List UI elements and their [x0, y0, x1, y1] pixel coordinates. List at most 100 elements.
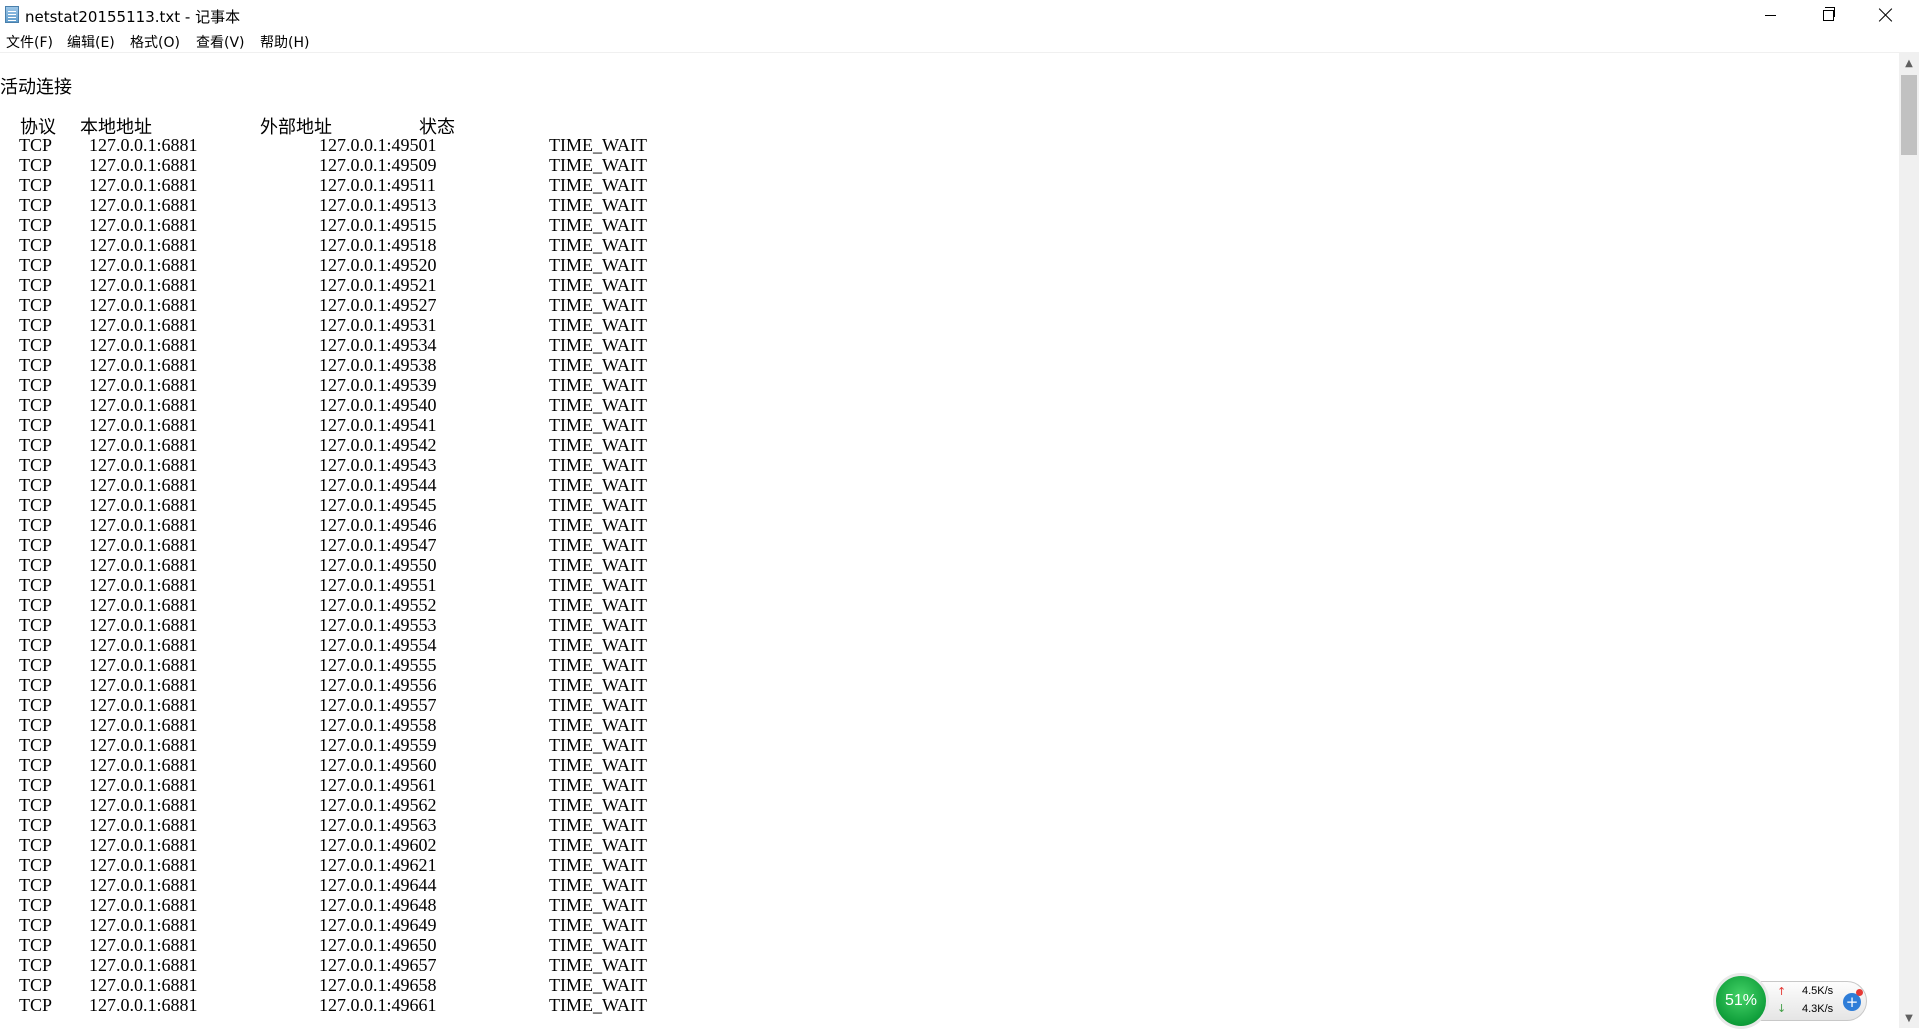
foreign-address-cell: 127.0.0.1:49511: [319, 175, 436, 195]
protocol-cell: TCP: [19, 155, 53, 175]
foreign-address-cell: 127.0.0.1:49509: [319, 155, 437, 175]
state-cell: TIME_WAIT: [549, 155, 647, 175]
document-heading: 活动连接: [0, 77, 72, 98]
local-address-cell: 127.0.0.1:6881: [89, 775, 198, 795]
title-bar[interactable]: netstat20155113.txt - 记事本: [0, 0, 1919, 30]
local-address-cell: 127.0.0.1:6881: [89, 795, 198, 815]
foreign-address-cell: 127.0.0.1:49658: [319, 975, 437, 995]
local-address-cell: 127.0.0.1:6881: [89, 735, 198, 755]
connection-row: TCP 127.0.0.1:6881 127.0.0.1:49554 TIME_WAI…: [0, 635, 700, 655]
window-title: netstat20155113.txt - 记事本: [25, 8, 241, 26]
protocol-cell: TCP: [19, 335, 53, 355]
menu-view[interactable]: 查看(V): [196, 32, 245, 52]
local-address-cell: 127.0.0.1:6881: [89, 715, 198, 735]
local-address-cell: 127.0.0.1:6881: [89, 215, 198, 235]
protocol-cell: TCP: [19, 215, 53, 235]
state-cell: TIME_WAIT: [549, 655, 647, 675]
connection-row: TCP 127.0.0.1:6881 127.0.0.1:49543 TIME_WAI…: [0, 455, 700, 475]
connection-row: TCP 127.0.0.1:6881 127.0.0.1:49518 TIME_WAI…: [0, 235, 700, 255]
connection-row: TCP 127.0.0.1:6881 127.0.0.1:49562 TIME_WAI…: [0, 795, 700, 815]
protocol-cell: TCP: [19, 295, 53, 315]
text-editor[interactable]: 活动连接 协议 本地地址 外部地址 状态 TCP 127.0.0.1:6881 12…: [0, 53, 1899, 1028]
connection-row: TCP 127.0.0.1:6881 127.0.0.1:49513 TIME_WAI…: [0, 195, 700, 215]
local-address-cell: 127.0.0.1:6881: [89, 255, 198, 275]
scroll-down-arrow-icon[interactable]: ▼: [1899, 1008, 1919, 1028]
upload-speed: 4.5K/s: [1802, 985, 1834, 997]
menu-help[interactable]: 帮助(H): [260, 32, 309, 52]
minimize-button[interactable]: [1741, 0, 1799, 30]
state-cell: TIME_WAIT: [549, 135, 647, 155]
connection-row: TCP 127.0.0.1:6881 127.0.0.1:49602 TIME_WAI…: [0, 835, 700, 855]
foreign-address-cell: 127.0.0.1:49558: [319, 715, 437, 735]
state-cell: TIME_WAIT: [549, 695, 647, 715]
state-cell: TIME_WAIT: [549, 335, 647, 355]
network-monitor-widget[interactable]: 51% ↑ 4.5K/s ↓ 4.3K/s +: [1713, 973, 1869, 1029]
connection-row: TCP 127.0.0.1:6881 127.0.0.1:49621 TIME_WAI…: [0, 855, 700, 875]
foreign-address-cell: 127.0.0.1:49657: [319, 955, 437, 975]
state-cell: TIME_WAIT: [549, 795, 647, 815]
connection-row: TCP 127.0.0.1:6881 127.0.0.1:49546 TIME_WAI…: [0, 515, 700, 535]
state-cell: TIME_WAIT: [549, 495, 647, 515]
scroll-thumb[interactable]: [1901, 75, 1917, 155]
state-cell: TIME_WAIT: [549, 355, 647, 375]
foreign-address-cell: 127.0.0.1:49554: [319, 635, 437, 655]
foreign-address-cell: 127.0.0.1:49527: [319, 295, 437, 315]
local-address-cell: 127.0.0.1:6881: [89, 875, 198, 895]
connection-row: TCP 127.0.0.1:6881 127.0.0.1:49550 TIME_WAI…: [0, 555, 700, 575]
foreign-address-cell: 127.0.0.1:49534: [319, 335, 437, 355]
local-address-cell: 127.0.0.1:6881: [89, 895, 198, 915]
local-address-cell: 127.0.0.1:6881: [89, 595, 198, 615]
foreign-address-cell: 127.0.0.1:49518: [319, 235, 437, 255]
connection-row: TCP 127.0.0.1:6881 127.0.0.1:49552 TIME_WAI…: [0, 595, 700, 615]
state-cell: TIME_WAIT: [549, 835, 647, 855]
foreign-address-cell: 127.0.0.1:49555: [319, 655, 437, 675]
local-address-cell: 127.0.0.1:6881: [89, 335, 198, 355]
protocol-cell: TCP: [19, 775, 53, 795]
foreign-address-cell: 127.0.0.1:49501: [319, 135, 437, 155]
foreign-address-cell: 127.0.0.1:49538: [319, 355, 437, 375]
foreign-address-cell: 127.0.0.1:49545: [319, 495, 437, 515]
local-address-cell: 127.0.0.1:6881: [89, 675, 198, 695]
protocol-cell: TCP: [19, 715, 53, 735]
menu-file[interactable]: 文件(F): [6, 32, 53, 52]
restore-button[interactable]: [1799, 0, 1857, 30]
protocol-cell: TCP: [19, 135, 53, 155]
local-address-cell: 127.0.0.1:6881: [89, 515, 198, 535]
vertical-scrollbar[interactable]: ▲ ▼: [1899, 53, 1919, 1028]
protocol-cell: TCP: [19, 275, 53, 295]
connection-row: TCP 127.0.0.1:6881 127.0.0.1:49544 TIME_WAI…: [0, 475, 700, 495]
memory-usage-badge[interactable]: 51%: [1713, 973, 1769, 1029]
state-cell: TIME_WAIT: [549, 215, 647, 235]
state-cell: TIME_WAIT: [549, 775, 647, 795]
scroll-up-arrow-icon[interactable]: ▲: [1899, 53, 1919, 73]
local-address-cell: 127.0.0.1:6881: [89, 195, 198, 215]
foreign-address-cell: 127.0.0.1:49561: [319, 775, 437, 795]
local-address-cell: 127.0.0.1:6881: [89, 475, 198, 495]
foreign-address-cell: 127.0.0.1:49560: [319, 755, 437, 775]
state-cell: TIME_WAIT: [549, 875, 647, 895]
protocol-cell: TCP: [19, 855, 53, 875]
upload-arrow-icon: ↑: [1777, 985, 1787, 998]
foreign-address-cell: 127.0.0.1:49661: [319, 995, 437, 1015]
foreign-address-cell: 127.0.0.1:49541: [319, 415, 437, 435]
protocol-cell: TCP: [19, 455, 53, 475]
local-address-cell: 127.0.0.1:6881: [89, 935, 198, 955]
menu-edit[interactable]: 编辑(E): [67, 32, 115, 52]
foreign-address-cell: 127.0.0.1:49515: [319, 215, 437, 235]
protocol-cell: TCP: [19, 975, 53, 995]
local-address-cell: 127.0.0.1:6881: [89, 835, 198, 855]
protocol-cell: TCP: [19, 475, 53, 495]
close-button[interactable]: [1857, 0, 1915, 30]
local-address-cell: 127.0.0.1:6881: [89, 395, 198, 415]
connection-row: TCP 127.0.0.1:6881 127.0.0.1:49531 TIME_WAI…: [0, 315, 700, 335]
protocol-cell: TCP: [19, 795, 53, 815]
state-cell: TIME_WAIT: [549, 375, 647, 395]
state-cell: TIME_WAIT: [549, 675, 647, 695]
local-address-cell: 127.0.0.1:6881: [89, 815, 198, 835]
foreign-address-cell: 127.0.0.1:49531: [319, 315, 437, 335]
foreign-address-cell: 127.0.0.1:49513: [319, 195, 437, 215]
local-address-cell: 127.0.0.1:6881: [89, 635, 198, 655]
state-cell: TIME_WAIT: [549, 255, 647, 275]
menu-format[interactable]: 格式(O): [130, 32, 180, 52]
state-cell: TIME_WAIT: [549, 395, 647, 415]
